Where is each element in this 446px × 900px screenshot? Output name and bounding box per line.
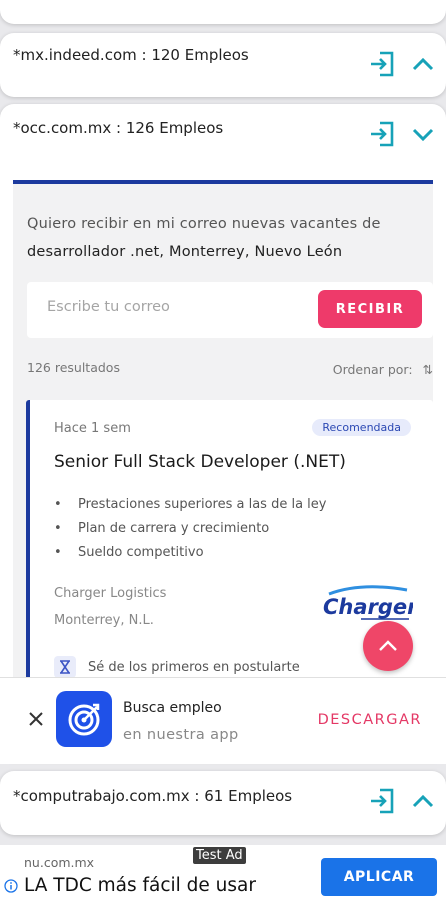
chevron-down-icon[interactable] xyxy=(410,121,436,147)
ad-headline: LA TDC más fácil de usar xyxy=(24,875,256,896)
hourglass-icon xyxy=(54,656,76,678)
previous-source-card xyxy=(0,0,446,24)
embedded-results-panel: Quiero recibir en mi correo nuevas vacan… xyxy=(13,184,433,760)
chevron-up-icon[interactable] xyxy=(410,788,436,814)
source-card-computrabajo[interactable]: *computrabajo.com.mx : 61 Empleos xyxy=(0,771,446,835)
job-alert-query: desarrollador .net, Monterrey, Nuevo Leó… xyxy=(27,244,343,260)
test-ad-label: Test Ad xyxy=(193,847,246,864)
job-alert-intro: Quiero recibir en mi correo nuevas vacan… xyxy=(27,216,381,232)
close-icon[interactable] xyxy=(28,711,44,731)
promo-title: Busca empleo xyxy=(123,700,222,716)
recommended-badge: Recomendada xyxy=(312,419,411,436)
company-name: Charger Logistics xyxy=(54,586,167,601)
job-posted-time: Hace 1 sem xyxy=(54,421,131,436)
promo-subtitle: en nuestra app xyxy=(123,727,239,743)
source-label: *occ.com.mx : 126 Empleos xyxy=(13,119,224,137)
benefit-item: Prestaciones superiores a las de la ley xyxy=(54,493,326,517)
scroll-to-top-button[interactable] xyxy=(363,621,413,671)
company-logo: Charger xyxy=(323,585,413,620)
target-icon xyxy=(68,703,100,736)
download-button[interactable]: DESCARGAR xyxy=(318,712,422,728)
sort-control[interactable]: Ordenar por: ⇅ xyxy=(333,362,433,377)
logo-wordmark: Charger xyxy=(323,595,413,619)
job-location: Monterrey, N.L. xyxy=(54,613,154,628)
app-download-banner: Busca empleo en nuestra app DESCARGAR xyxy=(0,677,446,764)
subscribe-button[interactable]: RECIBIR xyxy=(318,290,422,328)
source-label: *mx.indeed.com : 120 Empleos xyxy=(13,46,249,64)
job-alert-text: Quiero recibir en mi correo nuevas vacan… xyxy=(27,210,421,266)
app-icon xyxy=(56,691,112,747)
open-link-icon[interactable] xyxy=(368,120,396,148)
benefit-item: Plan de carrera y crecimiento xyxy=(54,517,326,541)
results-count: 126 resultados xyxy=(27,360,120,375)
email-subscribe-box: RECIBIR xyxy=(27,282,433,338)
open-link-icon[interactable] xyxy=(368,787,396,815)
ad-apply-button[interactable]: APLICAR xyxy=(321,858,437,896)
job-title[interactable]: Senior Full Stack Developer (.NET) xyxy=(54,452,346,472)
ad-banner[interactable]: Test Ad nu.com.mx LA TDC más fácil de us… xyxy=(0,845,446,900)
chevron-up-icon[interactable] xyxy=(410,51,436,77)
sort-arrows-icon: ⇅ xyxy=(422,362,433,377)
email-field[interactable] xyxy=(47,299,267,315)
source-card-indeed[interactable]: *mx.indeed.com : 120 Empleos xyxy=(0,33,446,97)
info-icon[interactable] xyxy=(4,878,18,897)
ad-domain: nu.com.mx xyxy=(24,855,95,870)
benefit-item: Sueldo competitivo xyxy=(54,541,326,565)
chevron-up-icon xyxy=(379,640,397,651)
source-label: *computrabajo.com.mx : 61 Empleos xyxy=(13,787,293,805)
sort-label: Ordenar por: xyxy=(332,362,413,377)
hint-text: Sé de los primeros en postularte xyxy=(88,659,300,675)
job-benefits-list: Prestaciones superiores a las de la ley … xyxy=(54,493,326,565)
early-applicant-hint: Sé de los primeros en postularte xyxy=(54,656,300,678)
open-link-icon[interactable] xyxy=(368,50,396,78)
